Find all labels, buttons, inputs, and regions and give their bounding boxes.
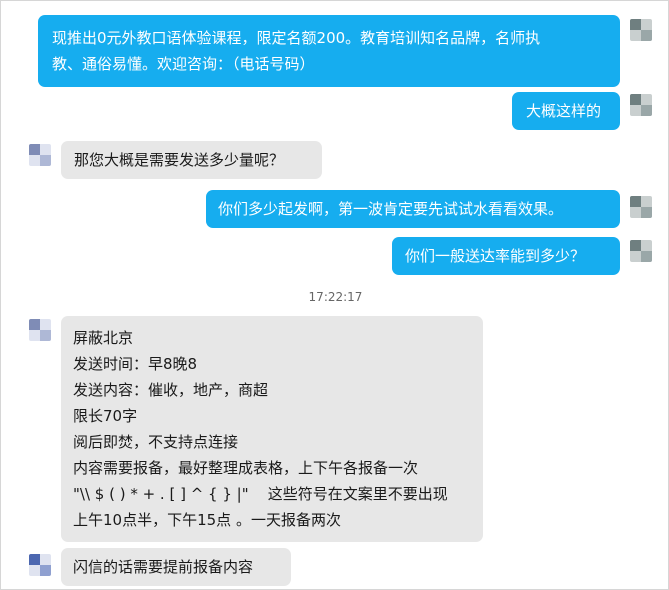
message-bubble-outgoing[interactable]: 你们多少起发啊，第一波肯定要先试试水看看效果。 (206, 190, 620, 228)
sender-avatar[interactable] (630, 19, 652, 41)
message-text: 大概这样的 (526, 102, 602, 120)
message-text: 内容需要报备，最好整理成表格，上下午各报备一次 (73, 459, 419, 477)
sender-avatar[interactable] (630, 196, 652, 218)
contact-avatar[interactable] (29, 144, 51, 166)
message-text: 那您大概是需要发送多少量呢？ (74, 151, 285, 169)
message-text: "\\ $ ( ) * + . [ ] ^ { } |" 这些符号在文案里不要出… (73, 485, 448, 503)
chat-window: 现推出0元外教口语体验课程，限定名额200。教育培训知名品牌，名师执 教、通俗易… (0, 0, 669, 590)
contact-avatar[interactable] (29, 554, 51, 576)
message-text: 你们多少起发啊，第一波肯定要先试试水看看效果。 (218, 200, 564, 218)
sender-avatar[interactable] (630, 240, 652, 262)
message-text: 你们一般送达率能到多少？ (405, 247, 586, 265)
message-bubble-outgoing[interactable]: 你们一般送达率能到多少？ (392, 237, 620, 275)
message-text: 现推出0元外教口语体验课程，限定名额200。教育培训知名品牌，名师执 (52, 29, 541, 47)
message-text: 阅后即焚，不支持点连接 (73, 433, 239, 451)
message-text: 屏蔽北京 (73, 329, 134, 347)
sender-avatar[interactable] (630, 94, 652, 116)
message-text: 发送内容：催收，地产，商超 (73, 381, 269, 399)
message-text: 发送时间：早8晚8 (73, 355, 198, 373)
message-bubble-outgoing[interactable]: 现推出0元外教口语体验课程，限定名额200。教育培训知名品牌，名师执 教、通俗易… (38, 15, 620, 87)
message-bubble-incoming[interactable]: 屏蔽北京 发送时间：早8晚8 发送内容：催收，地产，商超 限长70字 阅后即焚，… (61, 316, 483, 542)
message-bubble-incoming[interactable]: 闪信的话需要提前报备内容 (61, 548, 291, 586)
message-bubble-outgoing[interactable]: 大概这样的 (512, 92, 620, 130)
message-timestamp: 17:22:17 (308, 290, 363, 304)
message-text: 教、通俗易懂。欢迎咨询：（电话号码） (52, 55, 315, 73)
contact-avatar[interactable] (29, 319, 51, 341)
message-text: 上午10点半，下午15点 。一天报备两次 (73, 511, 341, 529)
message-text: 限长70字 (73, 407, 138, 425)
message-text: 闪信的话需要提前报备内容 (73, 558, 254, 576)
message-bubble-incoming[interactable]: 那您大概是需要发送多少量呢？ (61, 141, 322, 179)
